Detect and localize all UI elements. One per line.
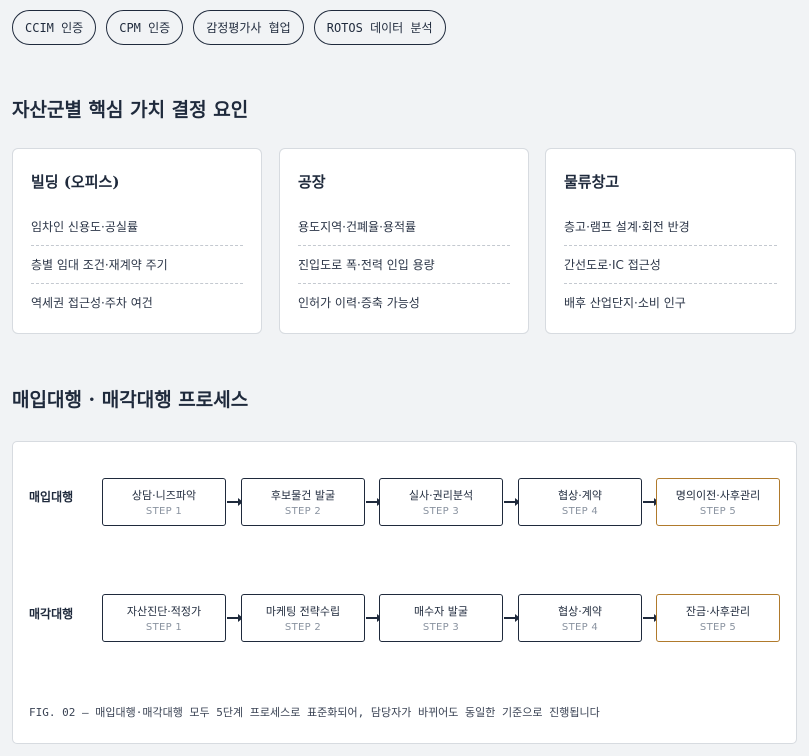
step-name: 실사·권리분석 (408, 489, 474, 502)
step-name: 마케팅 전략수립 (265, 605, 341, 618)
step-box-final: 잔금·사후관리 STEP 5 (656, 594, 780, 642)
step-number: STEP 2 (284, 622, 322, 633)
card-title: 물류창고 (564, 173, 620, 191)
arrow-icon (504, 614, 520, 622)
arrow-icon (227, 498, 243, 506)
list-item: 층고·램프 설계·회전 반경 (564, 208, 777, 246)
arrow-icon (504, 498, 520, 506)
step-box-final: 명의이전·사후관리 STEP 5 (656, 478, 780, 526)
step-box: 협상·계약 STEP 4 (518, 594, 642, 642)
list-item: 층별 임대 조건·재계약 주기 (31, 246, 243, 284)
list-item: 간선도로·IC 접근성 (564, 246, 777, 284)
step-number: STEP 3 (422, 622, 460, 633)
process-diagram: 매입대행 상담·니즈파악 STEP 1 후보물건 발굴 STEP 2 실사·권리… (12, 441, 797, 744)
badge-rotos[interactable]: ROTOS 데이터 분석 (313, 10, 446, 45)
list-item: 진입도로 폭·전력 인입 용량 (298, 246, 510, 284)
list-item: 인허가 이력·증축 가능성 (298, 296, 420, 310)
step-number: STEP 4 (561, 622, 599, 633)
badge-cpm[interactable]: CPM 인증 (106, 10, 184, 45)
section-title-value-factors: 자산군별 핵심 가치 결정 요인 (12, 99, 249, 121)
section-title-process: 매입대행 · 매각대행 프로세스 (12, 389, 249, 411)
certification-badges: CCIM 인증 CPM 인증 감정평가사 협업 ROTOS 데이터 분석 (12, 10, 446, 45)
arrow-icon (227, 614, 243, 622)
step-name: 잔금·사후관리 (685, 605, 751, 618)
step-number: STEP 1 (145, 622, 183, 633)
step-name: 명의이전·사후관리 (675, 489, 761, 502)
arrow-icon (643, 614, 659, 622)
step-box: 상담·니즈파악 STEP 1 (102, 478, 226, 526)
card-title: 빌딩 (오피스) (31, 173, 120, 191)
step-number: STEP 5 (699, 622, 737, 633)
badge-ccim[interactable]: CCIM 인증 (12, 10, 97, 45)
step-number: STEP 2 (284, 506, 322, 517)
step-box: 협상·계약 STEP 4 (518, 478, 642, 526)
card-title: 공장 (298, 173, 326, 191)
step-name: 협상·계약 (558, 489, 602, 502)
step-box: 실사·권리분석 STEP 3 (379, 478, 503, 526)
figure-caption: FIG. 02 — 매입대행·매각대행 모두 5단계 프로세스로 표준화되어, … (29, 706, 600, 719)
step-name: 후보물건 발굴 (270, 489, 336, 502)
badge-appraiser[interactable]: 감정평가사 협업 (193, 10, 304, 45)
arrow-icon (643, 498, 659, 506)
step-name: 자산진단·적정가 (126, 605, 202, 618)
list-item: 임차인 신용도·공실률 (31, 208, 243, 246)
step-number: STEP 1 (145, 506, 183, 517)
step-box: 마케팅 전략수립 STEP 2 (241, 594, 365, 642)
row-label-buy: 매입대행 (29, 490, 74, 504)
step-box: 후보물건 발굴 STEP 2 (241, 478, 365, 526)
step-name: 매수자 발굴 (413, 605, 469, 618)
step-box: 매수자 발굴 STEP 3 (379, 594, 503, 642)
card-factory: 공장 용도지역·건폐율·용적률 진입도로 폭·전력 인입 용량 인허가 이력·증… (279, 148, 529, 334)
arrow-icon (366, 498, 382, 506)
list-item: 역세권 접근성·주차 여건 (31, 296, 153, 310)
step-number: STEP 4 (561, 506, 599, 517)
step-number: STEP 5 (699, 506, 737, 517)
card-building: 빌딩 (오피스) 임차인 신용도·공실률 층별 임대 조건·재계약 주기 역세권… (12, 148, 262, 334)
step-number: STEP 3 (422, 506, 460, 517)
arrow-icon (366, 614, 382, 622)
step-name: 상담·니즈파악 (131, 489, 197, 502)
list-item: 용도지역·건폐율·용적률 (298, 208, 510, 246)
step-box: 자산진단·적정가 STEP 1 (102, 594, 226, 642)
row-label-sell: 매각대행 (29, 607, 74, 621)
card-warehouse: 물류창고 층고·램프 설계·회전 반경 간선도로·IC 접근성 배후 산업단지·… (545, 148, 796, 334)
step-name: 협상·계약 (558, 605, 602, 618)
list-item: 배후 산업단지·소비 인구 (564, 296, 686, 310)
